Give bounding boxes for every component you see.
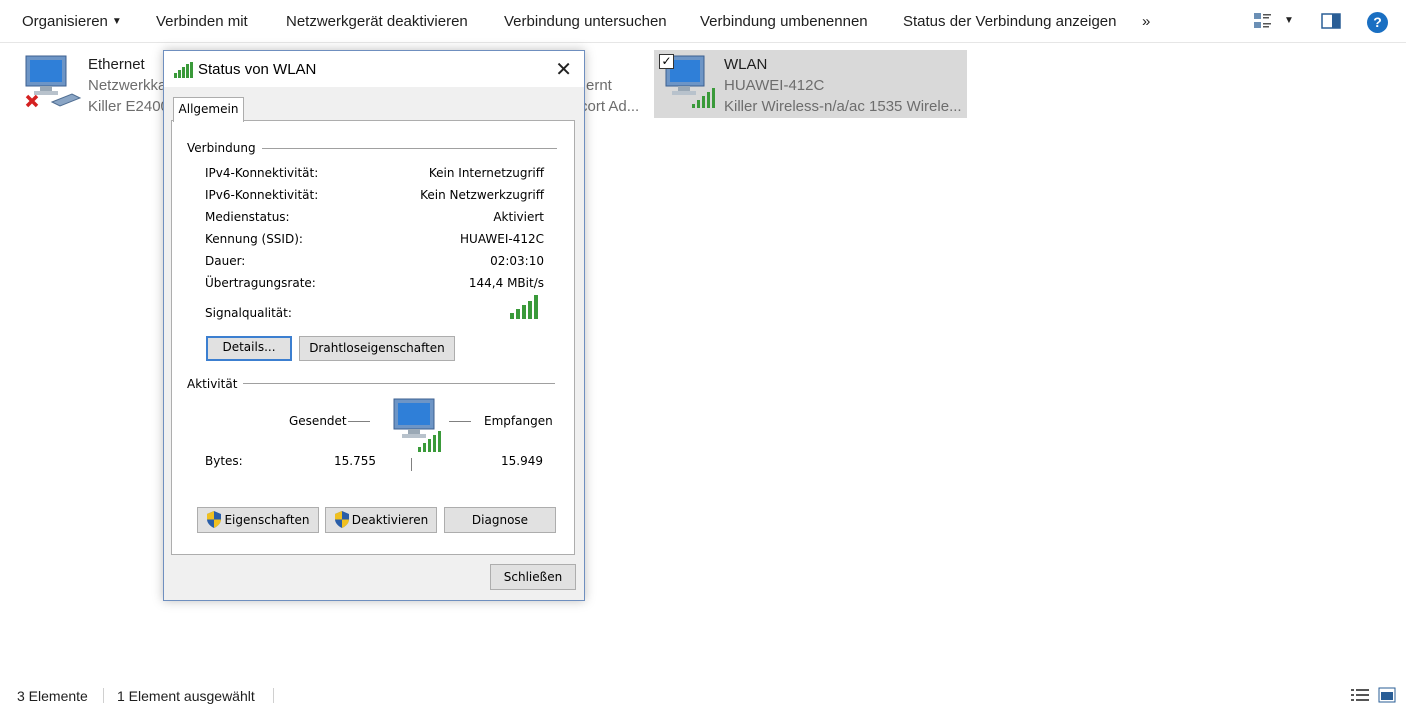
group-line bbox=[262, 148, 557, 149]
chevron-down-icon: ▼ bbox=[111, 16, 122, 27]
item-name: WLAN bbox=[724, 56, 768, 73]
connection-group-label: Verbindung bbox=[187, 141, 262, 155]
preview-pane-icon[interactable] bbox=[1321, 13, 1341, 34]
bytes-divider bbox=[411, 458, 412, 471]
diagnose-connection-button[interactable]: Verbindung untersuchen bbox=[504, 13, 667, 30]
network-activity-icon bbox=[393, 398, 441, 452]
item-device: cort Ad... bbox=[580, 98, 640, 115]
properties-button[interactable]: Eigenschaften bbox=[197, 507, 319, 533]
details-button[interactable]: Details... bbox=[206, 336, 292, 361]
speed-value: 144,4 MBit/s bbox=[468, 276, 544, 290]
item-status: Netzwerkka bbox=[88, 77, 167, 94]
item-checkbox[interactable]: ✓ bbox=[659, 54, 674, 69]
ssid-label: Kennung (SSID): bbox=[205, 232, 303, 246]
dialog-title: Status von WLAN bbox=[198, 61, 317, 78]
disable-label: Deaktivieren bbox=[351, 513, 429, 527]
connect-button[interactable]: Verbinden mit bbox=[156, 13, 248, 30]
bytes-label: Bytes: bbox=[205, 454, 243, 468]
connection-item-ethernet[interactable]: Ethernet Netzwerkka Killer E2400 bbox=[18, 50, 169, 118]
received-label: Empfangen bbox=[484, 414, 553, 428]
wlan-status-dialog: Status von WLAN ✕ Allgemein Verbindung I… bbox=[163, 50, 585, 601]
signal-quality-label: Signalqualität: bbox=[205, 306, 292, 320]
sent-label: Gesendet bbox=[289, 414, 347, 428]
item-name: Ethernet bbox=[88, 56, 145, 73]
view-options-icon[interactable] bbox=[1253, 11, 1273, 36]
media-status-value: Aktiviert bbox=[493, 210, 544, 224]
ipv6-value: Kein Netzwerkzugriff bbox=[420, 188, 544, 202]
close-icon[interactable]: ✕ bbox=[555, 57, 572, 81]
speed-label: Übertragungsrate: bbox=[205, 276, 316, 290]
close-button[interactable]: Schließen bbox=[490, 564, 576, 590]
shield-icon bbox=[334, 511, 349, 528]
network-adapter-icon bbox=[25, 55, 82, 108]
details-view-icon[interactable] bbox=[1351, 688, 1369, 702]
item-count: 3 Elemente bbox=[17, 688, 88, 704]
item-device: Killer E2400 bbox=[88, 98, 169, 115]
ssid-value: HUAWEI-412C bbox=[460, 232, 544, 246]
divider bbox=[273, 688, 274, 703]
activity-group-label: Aktivität bbox=[187, 377, 244, 391]
tab-allgemein[interactable]: Allgemein bbox=[173, 97, 244, 122]
divider bbox=[103, 688, 104, 703]
bytes-received-value: 15.949 bbox=[501, 454, 543, 468]
wireless-properties-button[interactable]: Drahtloseigenschaften bbox=[299, 336, 455, 361]
more-commands-button[interactable]: » bbox=[1142, 13, 1150, 30]
selected-count: 1 Element ausgewählt bbox=[117, 688, 255, 704]
item-status: ernt bbox=[586, 77, 612, 94]
dialog-title-bar: Status von WLAN ✕ bbox=[164, 51, 584, 87]
organize-label: Organisieren bbox=[22, 13, 108, 30]
signal-icon bbox=[174, 62, 193, 78]
tab-panel: Verbindung IPv4-Konnektivität: Kein Inte… bbox=[171, 120, 575, 555]
group-line bbox=[236, 383, 555, 384]
shield-icon bbox=[207, 511, 222, 528]
bytes-sent-value: 15.755 bbox=[334, 454, 376, 468]
connection-item-wlan[interactable]: ✓ WLAN HUAWEI-412C Killer Wireless-n/a/a… bbox=[654, 50, 967, 118]
ipv4-value: Kein Internetzugriff bbox=[428, 166, 544, 180]
status-bar: 3 Elemente 1 Element ausgewählt bbox=[0, 680, 1406, 710]
properties-label: Eigenschaften bbox=[224, 513, 310, 527]
item-status: HUAWEI-412C bbox=[724, 77, 825, 94]
sent-line bbox=[348, 421, 370, 422]
ipv6-label: IPv6-Konnektivität: bbox=[205, 188, 319, 202]
help-icon[interactable]: ? bbox=[1367, 12, 1388, 33]
organize-menu[interactable]: Organisieren ▼ bbox=[22, 13, 122, 30]
ipv4-label: IPv4-Konnektivität: bbox=[205, 166, 319, 180]
show-status-button[interactable]: Status der Verbindung anzeigen bbox=[903, 13, 1117, 30]
large-icons-view-icon[interactable] bbox=[1378, 687, 1396, 703]
disable-device-button[interactable]: Netzwerkgerät deaktivieren bbox=[286, 13, 468, 30]
disable-button[interactable]: Deaktivieren bbox=[325, 507, 437, 533]
command-bar: Organisieren ▼ Verbinden mit Netzwerkgerä… bbox=[0, 0, 1406, 43]
view-options-dropdown-icon[interactable]: ▼ bbox=[1284, 15, 1294, 26]
item-device: Killer Wireless-n/a/ac 1535 Wirele... bbox=[724, 98, 962, 115]
rename-connection-button[interactable]: Verbindung umbenennen bbox=[700, 13, 868, 30]
received-line bbox=[449, 421, 471, 422]
signal-quality-bars-icon bbox=[510, 295, 538, 319]
diagnose-button[interactable]: Diagnose bbox=[444, 507, 556, 533]
error-x-icon bbox=[25, 94, 39, 108]
duration-label: Dauer: bbox=[205, 254, 246, 268]
duration-value: 02:03:10 bbox=[490, 254, 544, 268]
media-status-label: Medienstatus: bbox=[205, 210, 290, 224]
